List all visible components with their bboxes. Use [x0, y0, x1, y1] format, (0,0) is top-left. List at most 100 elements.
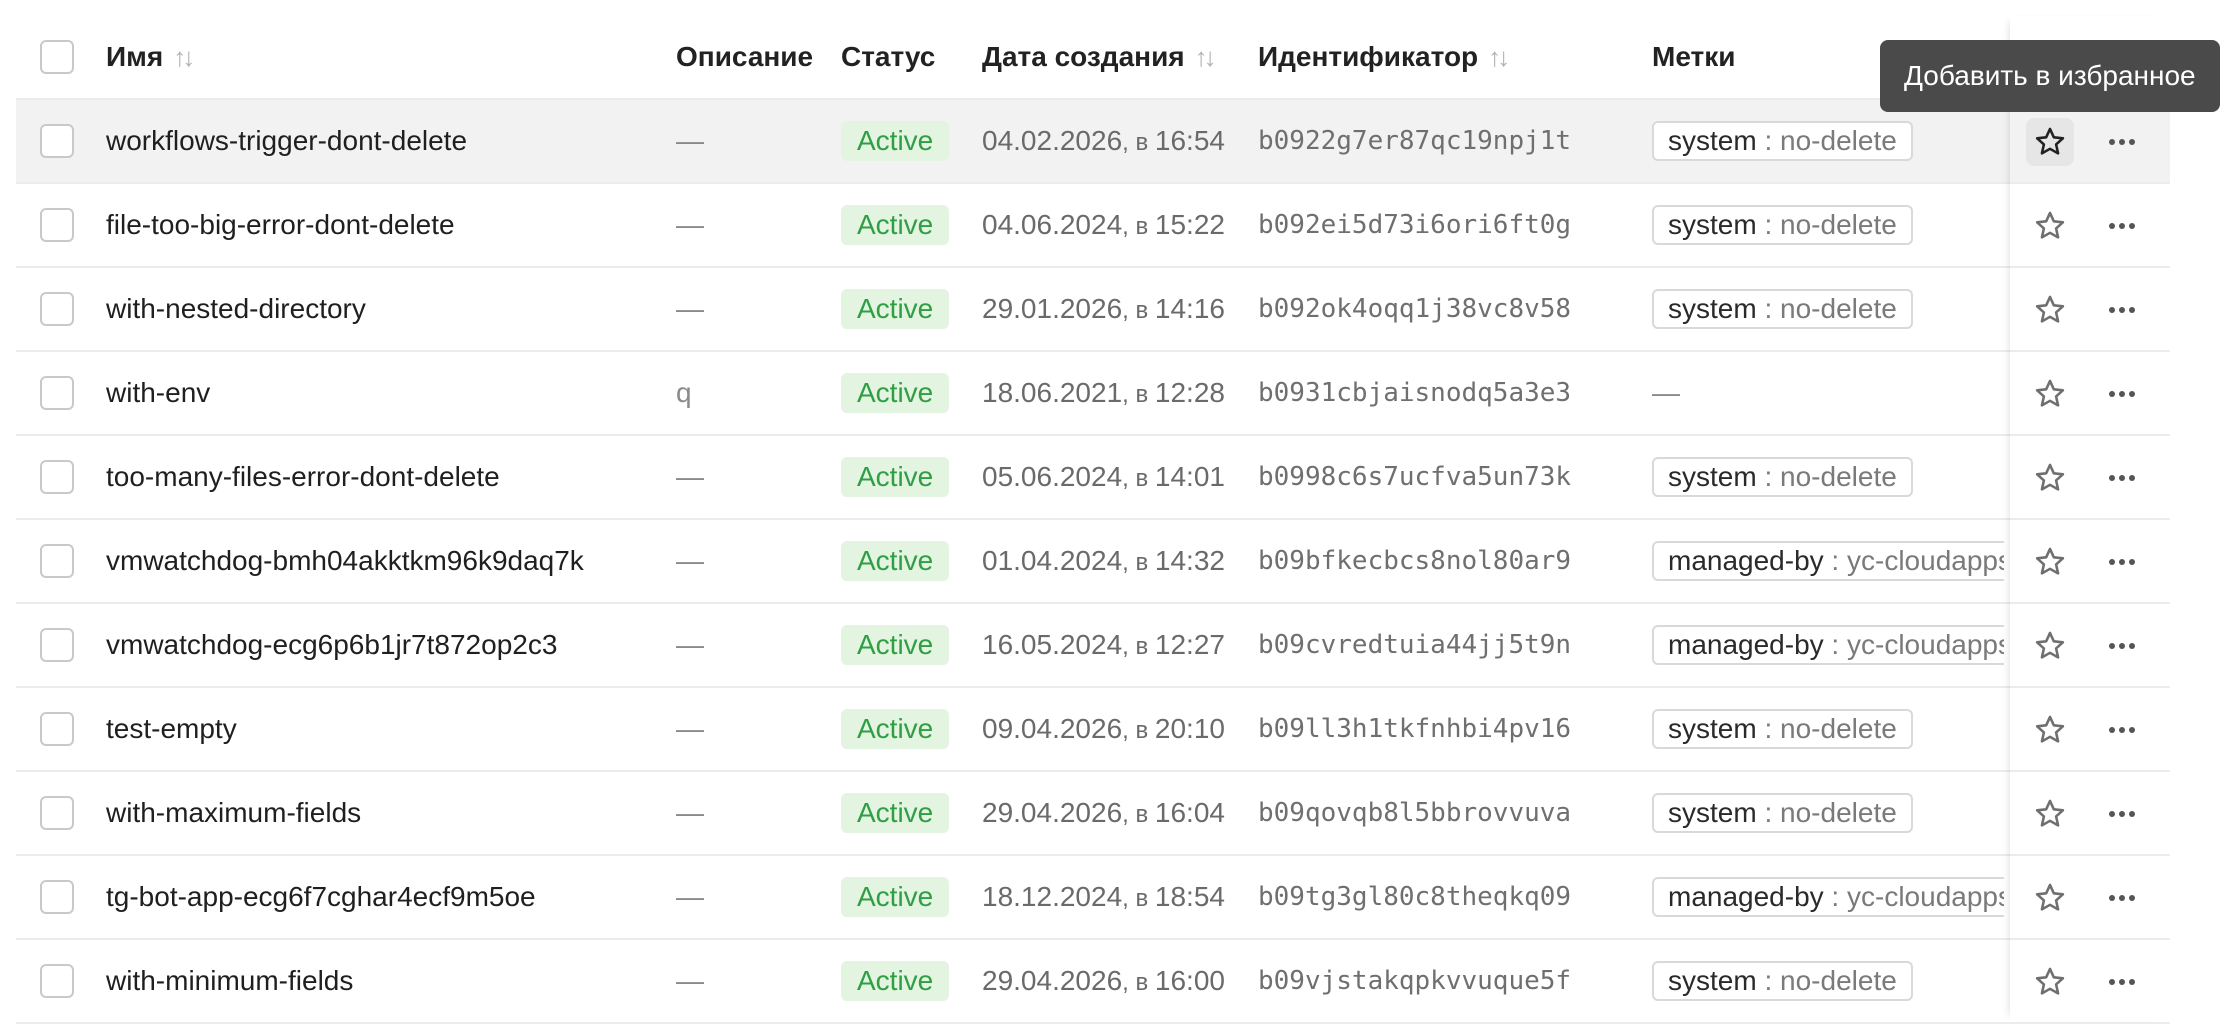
more-actions-button[interactable]	[2098, 454, 2146, 502]
table-row[interactable]: too-many-files-error-dont-delete — Active 0…	[16, 436, 2170, 520]
created-date-time: 16:00	[1154, 965, 1225, 996]
favorite-button[interactable]	[2026, 958, 2074, 1006]
function-name-link[interactable]: file-too-big-error-dont-delete	[106, 209, 455, 241]
label-key: managed-by	[1668, 545, 1824, 576]
created-date-separator: , в	[1122, 633, 1155, 660]
row-checkbox[interactable]	[40, 712, 74, 746]
sort-arrows-icon[interactable]: ↑↓	[173, 42, 195, 73]
row-checkbox[interactable]	[40, 124, 74, 158]
function-name-link[interactable]: with-nested-directory	[106, 293, 366, 325]
favorite-button[interactable]	[2026, 118, 2074, 166]
status-badge: Active	[841, 961, 950, 1001]
table-row[interactable]: with-minimum-fields — Active 29.04.2026, в …	[16, 940, 2170, 1024]
created-date-day: 18.12.2024	[982, 881, 1123, 912]
favorite-button[interactable]	[2026, 202, 2074, 250]
description-cell: —	[676, 688, 836, 770]
created-date-time: 16:04	[1154, 797, 1225, 828]
more-actions-button[interactable]	[2098, 118, 2146, 166]
name-cell[interactable]: file-too-big-error-dont-delete	[106, 184, 666, 266]
row-checkbox[interactable]	[40, 208, 74, 242]
row-checkbox[interactable]	[40, 796, 74, 830]
row-checkbox-cell[interactable]	[40, 688, 74, 770]
row-checkbox[interactable]	[40, 628, 74, 662]
identifier-cell: b09qovqb8l5bbrovvuva	[1258, 772, 1638, 854]
row-checkbox-cell[interactable]	[40, 100, 74, 182]
column-header-name[interactable]: Имя ↑↓	[106, 16, 666, 98]
row-checkbox-cell[interactable]	[40, 772, 74, 854]
status-cell: Active	[841, 268, 976, 350]
name-cell[interactable]: with-nested-directory	[106, 268, 666, 350]
function-name-link[interactable]: test-empty	[106, 713, 237, 745]
row-checkbox[interactable]	[40, 880, 74, 914]
more-actions-button[interactable]	[2098, 958, 2146, 1006]
row-checkbox-cell[interactable]	[40, 520, 74, 602]
more-actions-button[interactable]	[2098, 370, 2146, 418]
name-cell[interactable]: vmwatchdog-ecg6p6b1jr7t872op2c3	[106, 604, 666, 686]
table-row[interactable]: vmwatchdog-ecg6p6b1jr7t872op2c3 — Active 16…	[16, 604, 2170, 688]
table-row[interactable]: with-env q Active 18.06.2021, в 12:28 b0931c…	[16, 352, 2170, 436]
ellipsis-icon	[2109, 559, 2115, 565]
column-header-identifier[interactable]: Идентификатор ↑↓	[1258, 16, 1638, 98]
table-row[interactable]: tg-bot-app-ecg6f7cghar4ecf9m5oe — Active 18…	[16, 856, 2170, 940]
row-checkbox[interactable]	[40, 544, 74, 578]
row-checkbox-cell[interactable]	[40, 856, 74, 938]
table-row[interactable]: with-nested-directory — Active 29.01.2026, …	[16, 268, 2170, 352]
name-cell[interactable]: vmwatchdog-bmh04akktkm96k9daq7k	[106, 520, 666, 602]
row-checkbox-cell[interactable]	[40, 184, 74, 266]
header-checkbox-cell[interactable]	[40, 16, 74, 98]
sort-arrows-icon[interactable]: ↑↓	[1195, 42, 1217, 73]
name-cell[interactable]: with-env	[106, 352, 666, 434]
more-actions-button[interactable]	[2098, 538, 2146, 586]
description-cell: —	[676, 268, 836, 350]
sort-arrows-icon[interactable]: ↑↓	[1488, 42, 1510, 73]
table-row[interactable]: file-too-big-error-dont-delete — Active 04.…	[16, 184, 2170, 268]
name-cell[interactable]: test-empty	[106, 688, 666, 770]
table-row[interactable]: workflows-trigger-dont-delete — Active 04.0…	[16, 100, 2170, 184]
label-tag: managed-by : yc-cloudapps	[1652, 541, 2004, 581]
table-row[interactable]: vmwatchdog-bmh04akktkm96k9daq7k — Active 01…	[16, 520, 2170, 604]
function-name-link[interactable]: vmwatchdog-ecg6p6b1jr7t872op2c3	[106, 629, 557, 661]
favorite-button[interactable]	[2026, 286, 2074, 334]
name-cell[interactable]: with-maximum-fields	[106, 772, 666, 854]
column-header-created[interactable]: Дата создания ↑↓	[982, 16, 1252, 98]
select-all-checkbox[interactable]	[40, 40, 74, 74]
favorite-button[interactable]	[2026, 790, 2074, 838]
function-name-link[interactable]: vmwatchdog-bmh04akktkm96k9daq7k	[106, 545, 584, 577]
name-cell[interactable]: workflows-trigger-dont-delete	[106, 100, 666, 182]
more-actions-button[interactable]	[2098, 874, 2146, 922]
function-name-link[interactable]: with-maximum-fields	[106, 797, 361, 829]
table-row[interactable]: test-empty — Active 09.04.2026, в 20:10 b09l…	[16, 688, 2170, 772]
more-actions-button[interactable]	[2098, 790, 2146, 838]
row-checkbox[interactable]	[40, 964, 74, 998]
name-cell[interactable]: with-minimum-fields	[106, 940, 666, 1022]
function-name-link[interactable]: too-many-files-error-dont-delete	[106, 461, 500, 493]
favorite-button[interactable]	[2026, 370, 2074, 418]
more-actions-button[interactable]	[2098, 706, 2146, 754]
function-name-link[interactable]: workflows-trigger-dont-delete	[106, 125, 467, 157]
created-date-day: 16.05.2024	[982, 629, 1123, 660]
row-checkbox-cell[interactable]	[40, 940, 74, 1022]
row-checkbox-cell[interactable]	[40, 268, 74, 350]
row-checkbox[interactable]	[40, 376, 74, 410]
name-cell[interactable]: tg-bot-app-ecg6f7cghar4ecf9m5oe	[106, 856, 666, 938]
favorite-button[interactable]	[2026, 874, 2074, 922]
more-actions-button[interactable]	[2098, 202, 2146, 250]
favorite-button[interactable]	[2026, 706, 2074, 754]
table-row[interactable]: with-maximum-fields — Active 29.04.2026, в …	[16, 772, 2170, 856]
function-name-link[interactable]: tg-bot-app-ecg6f7cghar4ecf9m5oe	[106, 881, 536, 913]
row-checkbox[interactable]	[40, 292, 74, 326]
status-cell: Active	[841, 100, 976, 182]
identifier-text: b09qovqb8l5bbrovvuva	[1258, 798, 1572, 828]
row-checkbox[interactable]	[40, 460, 74, 494]
favorite-button[interactable]	[2026, 622, 2074, 670]
row-checkbox-cell[interactable]	[40, 436, 74, 518]
more-actions-button[interactable]	[2098, 286, 2146, 334]
favorite-button[interactable]	[2026, 454, 2074, 502]
name-cell[interactable]: too-many-files-error-dont-delete	[106, 436, 666, 518]
function-name-link[interactable]: with-minimum-fields	[106, 965, 353, 997]
row-checkbox-cell[interactable]	[40, 604, 74, 686]
more-actions-button[interactable]	[2098, 622, 2146, 670]
function-name-link[interactable]: with-env	[106, 377, 210, 409]
favorite-button[interactable]	[2026, 538, 2074, 586]
row-checkbox-cell[interactable]	[40, 352, 74, 434]
